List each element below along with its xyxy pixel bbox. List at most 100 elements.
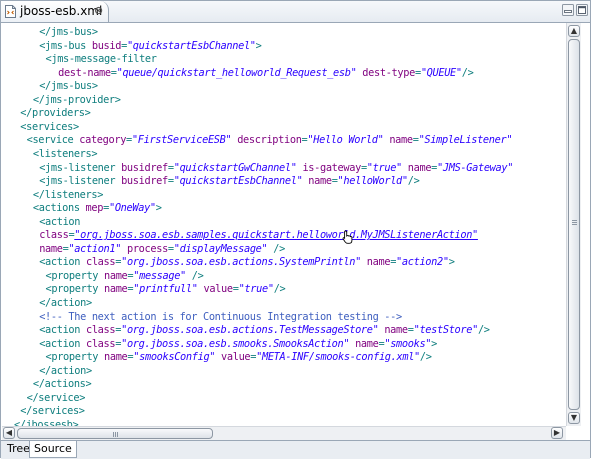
source-token: "displayMessage" xyxy=(173,242,268,255)
scroll-left-icon[interactable]: ◀ xyxy=(3,427,15,439)
source-line: </action> xyxy=(39,364,92,378)
source-token: <action xyxy=(39,324,86,337)
horizontal-scroll-thumb[interactable] xyxy=(17,428,213,439)
source-token: category xyxy=(79,134,127,147)
source-token: "QUEUE" xyxy=(420,66,462,79)
source-token: > xyxy=(431,337,437,350)
grip-line xyxy=(572,220,577,221)
source-token: is-gateway xyxy=(302,161,361,174)
source-token: </service> xyxy=(26,391,86,404)
scroll-down-icon[interactable]: ▼ xyxy=(568,412,580,424)
source-token: </jms-provider> xyxy=(32,93,121,106)
source-token: </jms-bus> xyxy=(39,26,98,38)
xml-file-icon xyxy=(5,5,16,18)
source-token: "FirstServiceESB" xyxy=(131,134,232,147)
source-line: <listeners> xyxy=(32,147,98,161)
source-token: /> xyxy=(419,351,432,364)
source-token: <action xyxy=(39,256,86,269)
source-line: <action class="org.jboss.soa.esb.actions… xyxy=(39,255,455,269)
source-token: "org.jboss.soa.esb.actions.TestMessageSt… xyxy=(121,324,379,337)
source-token: dest-type xyxy=(362,66,415,79)
source-token: <services> xyxy=(20,120,79,133)
source-line: <jms-message-filter xyxy=(46,52,157,66)
source-token: name xyxy=(355,337,379,350)
source-line: </actions> xyxy=(33,377,92,391)
source-token: <jms-listener xyxy=(39,161,122,174)
source-token: "helloWorld" xyxy=(337,175,409,188)
source-line: <action xyxy=(39,215,80,229)
source-token: name xyxy=(384,324,408,337)
source-line: class="org.jboss.soa.esb.samples.quickst… xyxy=(39,228,478,242)
source-token: name xyxy=(389,134,413,147)
source-token: </actions> xyxy=(32,378,92,391)
hand-pointer-icon xyxy=(342,230,353,244)
source-token: "true" xyxy=(238,283,274,296)
scroll-up-icon[interactable]: ▲ xyxy=(568,25,580,37)
source-token: </action> xyxy=(39,364,92,377)
vertical-scroll-thumb[interactable] xyxy=(568,39,580,410)
source-token: /> xyxy=(273,283,286,296)
source-token: "SimpleListener" xyxy=(418,134,513,147)
source-line: <jms-bus busid="quickstartEsbChannel"> xyxy=(39,39,262,53)
source-token: /> xyxy=(477,324,490,337)
source-token: "JMS-Gateway" xyxy=(437,161,514,174)
source-line: </jms-bus> xyxy=(39,25,98,39)
source-token: value xyxy=(203,283,233,296)
source-line: </service> xyxy=(27,391,86,405)
vertical-scrollbar[interactable]: ▲ ▼ xyxy=(566,23,581,426)
source-token: /> xyxy=(407,175,420,188)
source-token: class xyxy=(85,337,116,350)
source-token: "true" xyxy=(366,161,402,174)
source-token: "action1" xyxy=(68,242,122,255)
source-line: <jms-listener busidref="quickstartGwChan… xyxy=(39,161,513,175)
source-token: <action xyxy=(39,337,86,350)
source-token: <jms-message-filter xyxy=(45,53,157,66)
source-token: </providers> xyxy=(20,107,91,120)
source-token: <action xyxy=(39,215,81,228)
editor-tab-jboss-esb-xml[interactable]: jboss-esb.xml ⊗ xyxy=(1,1,109,22)
source-token: description xyxy=(237,134,302,147)
source-token: name xyxy=(104,269,128,282)
maximize-icon[interactable] xyxy=(576,4,588,16)
source-token: name xyxy=(308,175,332,188)
source-line: dest-name="queue/quickstart_helloworld_R… xyxy=(58,66,474,80)
source-line: <services> xyxy=(20,120,79,134)
source-token: "META-INF/smooks-config.xml" xyxy=(256,351,420,364)
horizontal-scrollbar[interactable]: ◀ ▶ xyxy=(2,426,566,440)
source-token: "org.jboss.soa.esb.samples.quickstart.he… xyxy=(74,229,478,242)
source-token: "message" xyxy=(133,269,186,282)
source-token: name xyxy=(39,242,63,255)
scroll-right-icon[interactable]: ▶ xyxy=(551,427,563,439)
grip-line xyxy=(117,432,118,437)
source-token: <actions xyxy=(32,202,86,215)
source-token: </action> xyxy=(39,297,92,309)
source-token: name xyxy=(366,256,391,269)
source-line: </jms-provider> xyxy=(33,93,121,107)
page-tab-bar: Tree Source xyxy=(1,440,590,459)
source-line: </services> xyxy=(20,404,85,418)
source-token: "quickstartEsbChannel" xyxy=(173,175,303,188)
source-token: "testStore" xyxy=(413,324,479,337)
source-token: "Hello World" xyxy=(307,134,384,147)
grip-line xyxy=(113,432,114,437)
source-line: <actions mep="OneWay"> xyxy=(33,201,162,215)
source-token: <property xyxy=(45,269,104,282)
source-token: busidref xyxy=(121,175,168,188)
source-token: process xyxy=(126,242,168,255)
tab-source[interactable]: Source xyxy=(29,441,77,458)
source-token: "queue/quickstart_helloworld_Request_esb… xyxy=(116,66,357,79)
source-token: <!-- The next action is for Continuous I… xyxy=(39,310,402,323)
source-token: "smooks" xyxy=(384,337,432,350)
source-token: <listeners> xyxy=(32,147,98,160)
source-token: dest-name xyxy=(58,66,111,79)
source-token: class xyxy=(85,256,116,269)
close-icon[interactable]: ⊗ xyxy=(94,4,103,18)
source-token: "OneWay" xyxy=(108,202,156,215)
source-line: <action class="org.jboss.soa.esb.actions… xyxy=(39,323,490,337)
source-token: "quickstartEsbChannel" xyxy=(126,39,256,52)
source-token: busidref xyxy=(121,161,168,174)
xml-source-text[interactable]: </jms-bus> <jms-bus busid="quickstartEsbC… xyxy=(2,23,565,426)
minimize-icon[interactable] xyxy=(562,4,574,16)
source-token: /> xyxy=(185,269,204,282)
source-token: name xyxy=(407,161,432,174)
